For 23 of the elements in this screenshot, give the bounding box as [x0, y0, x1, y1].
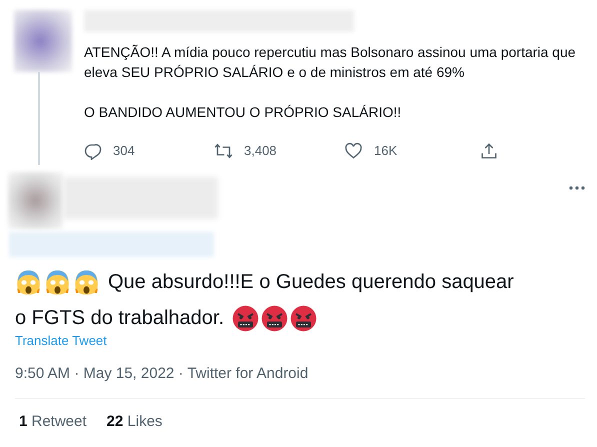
- heart-icon[interactable]: [344, 142, 363, 160]
- blurred-avatar: [8, 172, 63, 229]
- cursing-face-icon: [232, 304, 260, 332]
- tweet-text: ATENÇÃO!! A mídia pouco repercutiu mas Bolsonaro assinou uma portaria que eleva SEU PRÓPRIO SALÁRIO e o de ministros em até 69%: [84, 42, 577, 82]
- reply-icon[interactable]: [84, 142, 102, 160]
- screaming-face-icon: [44, 268, 71, 296]
- like-count: 16K: [374, 143, 398, 158]
- screaming-face-icon: [15, 268, 42, 296]
- screaming-face-icon: [73, 268, 100, 296]
- cursing-face-icon: [290, 304, 318, 332]
- retweet-count: 3,408: [244, 143, 277, 158]
- retweet-icon[interactable]: [214, 142, 233, 160]
- tweet-timestamp: 9:50 AM · May 15, 2022 · Twitter for Android: [15, 365, 310, 382]
- share-icon[interactable]: [480, 142, 498, 160]
- tweet-text: Que absurdo!!!E o Guedes querendo saquear: [108, 270, 514, 294]
- engagement-count-link[interactable]: 1 Retweet: [19, 413, 87, 430]
- reply-count: 304: [113, 143, 135, 158]
- cursing-face-icon: [261, 304, 288, 332]
- more-options-icon[interactable]: [569, 186, 585, 190]
- engagement-count-link[interactable]: 22 Likes: [106, 413, 162, 430]
- tweet-text: O BANDIDO AUMENTOU O PRÓPRIO SALÁRIO!!: [84, 102, 402, 122]
- tweet-text: o FGTS do trabalhador.: [15, 306, 224, 330]
- blurred-avatar: [14, 10, 72, 72]
